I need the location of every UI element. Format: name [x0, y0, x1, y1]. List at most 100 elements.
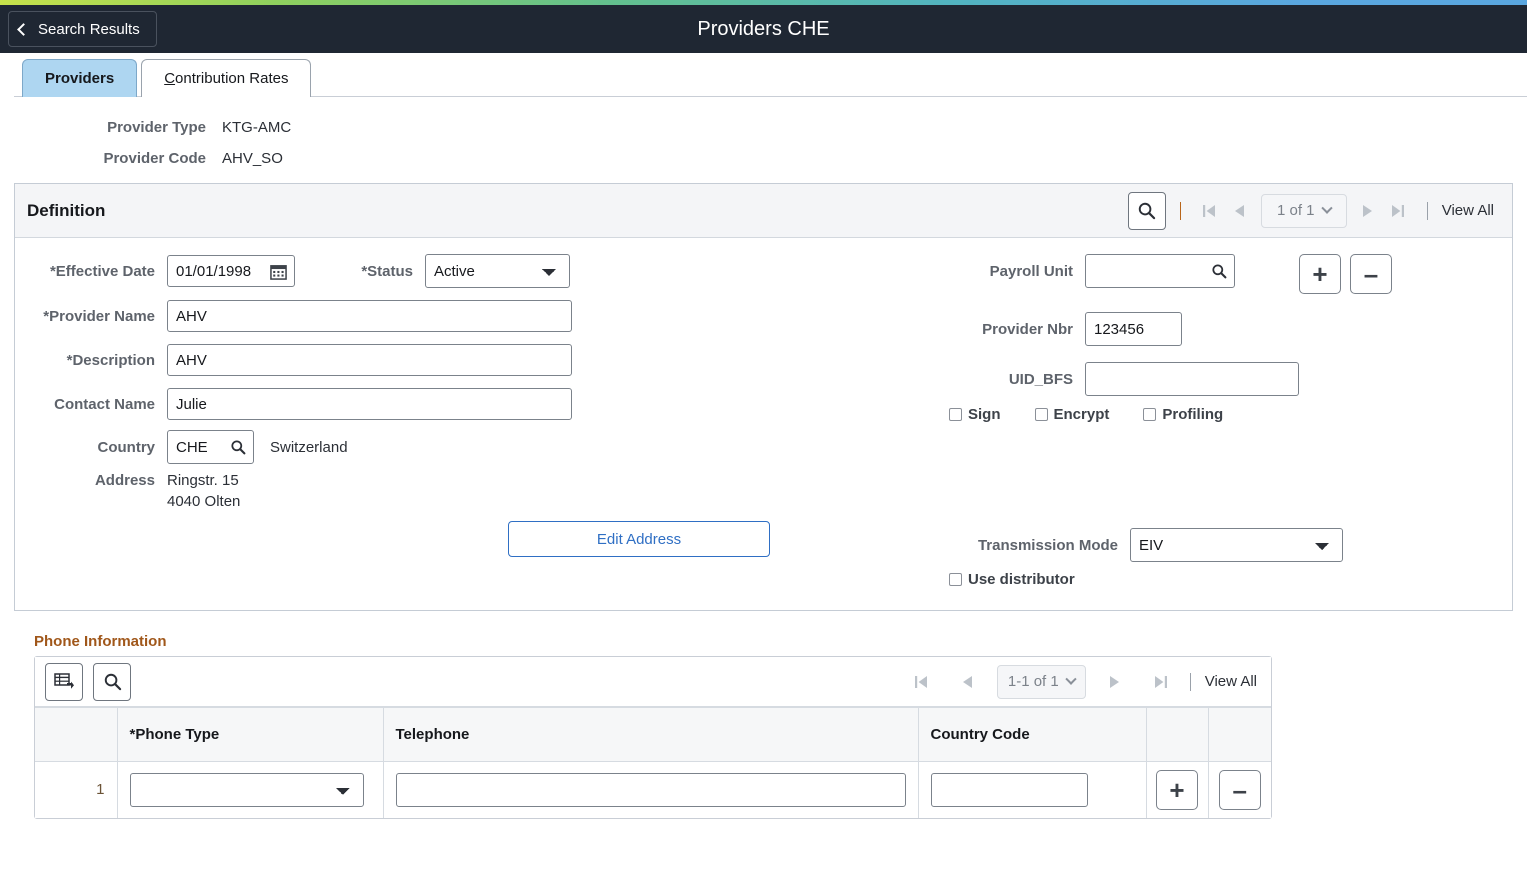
page-title: Providers CHE	[697, 17, 830, 40]
provider-name-input[interactable]	[167, 300, 572, 332]
view-all-link[interactable]: View All	[1442, 202, 1494, 219]
transmission-mode-select[interactable]: EIVPaperNone	[1130, 528, 1343, 562]
encrypt-checkbox[interactable]	[1034, 408, 1048, 421]
next-page-icon[interactable]	[1353, 195, 1383, 227]
provider-type-label: Provider Type	[107, 119, 206, 136]
profiling-checkbox[interactable]	[1143, 408, 1157, 421]
first-page-icon[interactable]	[1195, 195, 1225, 227]
provider-nbr-input[interactable]	[1085, 312, 1182, 346]
definition-panel-body: *Effective Date *Status ActiveInactive	[15, 238, 1512, 610]
phone-delete-row-label: –	[1232, 774, 1247, 805]
payroll-unit-lookup-search-icon[interactable]	[1211, 263, 1227, 279]
uid-bfs-label: UID_BFS	[1008, 370, 1073, 388]
status-label: *Status	[361, 262, 413, 280]
grid-personalize-icon-button[interactable]	[45, 662, 83, 701]
table-row: 1 BusinessHomeMobileFax + –	[35, 761, 1271, 818]
country-lookup-search-icon[interactable]	[230, 439, 246, 455]
profiling-checkbox-row[interactable]: Profiling	[1143, 406, 1223, 423]
row-action-buttons: + –	[1299, 254, 1392, 294]
transmission-mode-label: Transmission Mode	[977, 536, 1118, 554]
chevron-left-icon	[17, 22, 30, 36]
encrypt-checkbox-row[interactable]: Encrypt	[1034, 406, 1110, 423]
contact-name-label: Contact Name	[54, 395, 155, 413]
phone-grid-toolbar: 1-1 of 1 View All	[35, 657, 1271, 707]
phone-information-grid: 1-1 of 1 View All *Phone Type Telephone …	[34, 656, 1272, 819]
country-code-input[interactable]	[930, 772, 1088, 807]
phone-previous-page-icon[interactable]	[953, 666, 983, 698]
sign-checkbox-label: Sign	[968, 406, 1001, 423]
phone-col-add	[1146, 707, 1209, 762]
use-distributor-row[interactable]: Use distributor	[949, 571, 1075, 588]
phone-add-row-button[interactable]: +	[1156, 769, 1198, 810]
provider-nbr-label: Provider Nbr	[982, 320, 1073, 338]
contact-name-row: Contact Name	[15, 388, 572, 420]
phone-type-select[interactable]: BusinessHomeMobileFax	[129, 772, 364, 807]
phone-page-count-dropdown[interactable]: 1-1 of 1	[996, 664, 1086, 699]
phone-delete-cell: –	[1208, 761, 1271, 818]
phone-type-cell: BusinessHomeMobileFax	[117, 761, 384, 818]
tab-providers-label: Providers	[45, 70, 115, 87]
encrypt-checkbox-label: Encrypt	[1053, 406, 1110, 423]
phone-delete-row-button[interactable]: –	[1218, 769, 1261, 810]
country-row: Country Switzerland	[15, 430, 348, 464]
status-select[interactable]: ActiveInactive	[425, 254, 570, 288]
phone-col-phone-type: *Phone Type	[117, 707, 384, 762]
phone-col-country-code: Country Code	[918, 707, 1147, 762]
definition-title: Definition	[27, 200, 106, 220]
chevron-down-icon	[1320, 202, 1333, 214]
provider-key-fields: Provider Type KTG-AMC Provider Code AHV_…	[0, 97, 1527, 167]
add-row-button-label: +	[1312, 259, 1328, 289]
uid-bfs-input[interactable]	[1085, 362, 1299, 396]
page-count-dropdown[interactable]: 1 of 1	[1260, 193, 1347, 228]
profiling-checkbox-label: Profiling	[1162, 406, 1224, 423]
edit-address-button[interactable]: Edit Address	[508, 521, 770, 557]
phone-col-delete	[1208, 707, 1271, 762]
page-count-label: 1 of 1	[1276, 202, 1315, 219]
phone-grid-pager: 1-1 of 1 View All	[907, 664, 1257, 699]
previous-page-icon[interactable]	[1225, 195, 1255, 227]
phone-information-title: Phone Information	[34, 633, 167, 650]
grid-personalize-icon	[54, 673, 74, 689]
description-input[interactable]	[167, 344, 572, 376]
use-distributor-checkbox[interactable]	[949, 573, 962, 586]
provider-name-row: *Provider Name	[15, 300, 572, 332]
sign-checkbox-row[interactable]: Sign	[949, 406, 1001, 423]
address-label: Address	[94, 472, 155, 489]
sign-checkbox[interactable]	[949, 408, 962, 421]
phone-next-page-icon[interactable]	[1100, 666, 1130, 698]
tab-providers[interactable]: Providers	[22, 59, 138, 97]
address-value: Ringstr. 15 4040 Olten	[167, 470, 240, 512]
payroll-unit-row: Payroll Unit	[945, 254, 1235, 288]
uid-bfs-row: UID_BFS	[945, 362, 1299, 396]
phone-last-page-icon[interactable]	[1146, 666, 1176, 698]
calendar-icon[interactable]	[270, 263, 287, 280]
use-distributor-label: Use distributor	[968, 571, 1075, 588]
provider-type-value: KTG-AMC	[222, 119, 292, 136]
tab-contribution-rates-label: Contribution Rates	[164, 70, 289, 87]
phone-first-page-icon[interactable]	[907, 666, 937, 698]
tab-contribution-rates[interactable]: Contribution Rates	[141, 59, 312, 97]
country-label: Country	[97, 438, 156, 456]
back-to-search-results-button[interactable]: Search Results	[8, 11, 157, 47]
phone-view-all-link[interactable]: View All	[1205, 673, 1257, 690]
provider-code-row: Provider Code AHV_SO	[0, 150, 1527, 167]
telephone-input[interactable]	[395, 772, 906, 807]
tab-bar: Providers Contribution Rates	[0, 53, 1527, 97]
address-line-2: 4040 Olten	[167, 493, 241, 510]
description-label: *Description	[66, 351, 155, 369]
effective-date-label: *Effective Date	[49, 262, 155, 280]
contact-name-input[interactable]	[167, 388, 572, 420]
last-page-icon[interactable]	[1383, 195, 1413, 227]
search-icon-button[interactable]	[1127, 191, 1166, 230]
delete-row-button[interactable]: –	[1350, 254, 1392, 294]
payroll-unit-label: Payroll Unit	[989, 262, 1073, 280]
grid-find-icon-button[interactable]	[93, 662, 131, 701]
add-row-button[interactable]: +	[1299, 254, 1341, 294]
country-code-cell	[918, 761, 1147, 818]
provider-type-row: Provider Type KTG-AMC	[0, 119, 1527, 136]
delete-row-button-label: –	[1363, 259, 1379, 289]
phone-table: *Phone Type Telephone Country Code 1 Bus…	[35, 707, 1271, 818]
phone-page-count-label: 1-1 of 1	[1007, 673, 1059, 690]
flag-checkboxes: Sign Encrypt Profiling	[949, 406, 1223, 423]
pager-separator-right	[1426, 201, 1428, 220]
